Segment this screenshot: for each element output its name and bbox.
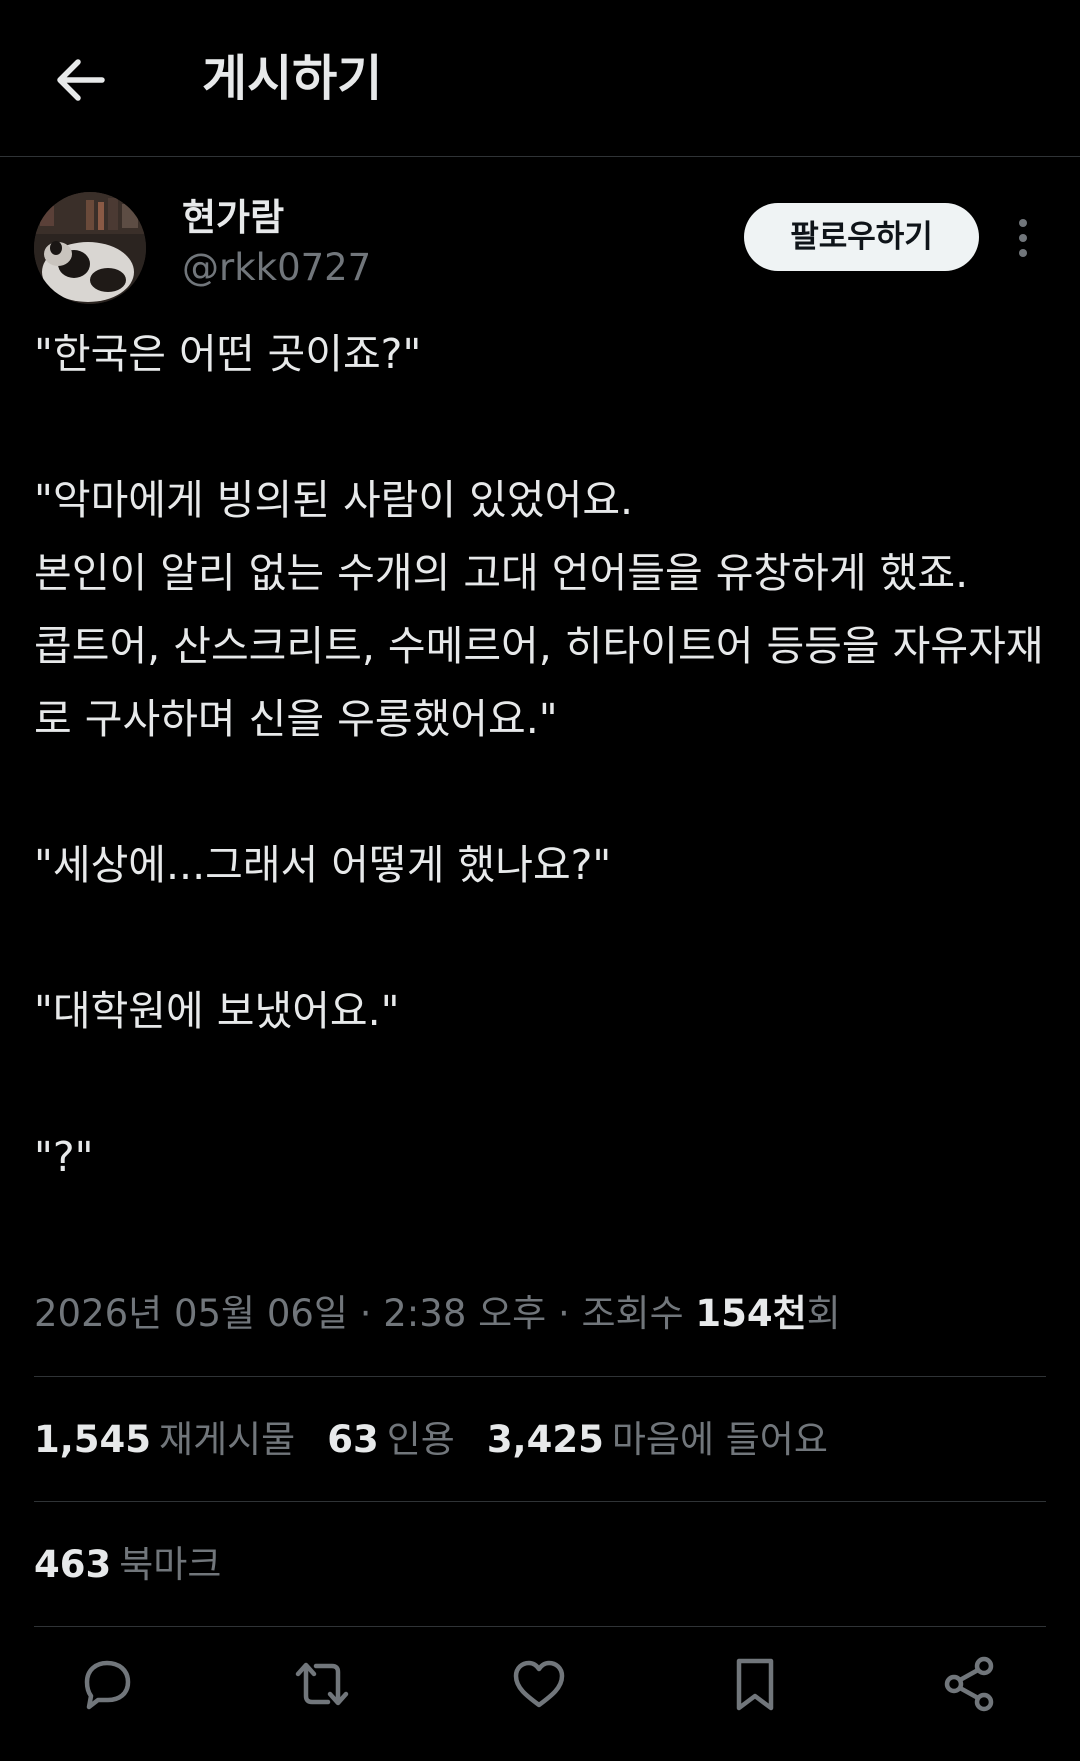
- avatar-image: [34, 192, 146, 304]
- reposts-count: 1,545: [34, 1418, 152, 1461]
- post-time: 2:38 오후: [383, 1292, 547, 1335]
- repost-icon: [295, 1662, 349, 1706]
- reply-button[interactable]: [75, 1652, 139, 1716]
- bookmark-stats: 463 북마크: [34, 1535, 253, 1595]
- likes-label: 마음에 들어요: [611, 1418, 828, 1461]
- divider: [34, 1626, 1046, 1627]
- display-name[interactable]: 현가람: [182, 195, 284, 241]
- reposts-label: 재게시물: [159, 1418, 296, 1461]
- more-vertical-icon: [1019, 219, 1027, 257]
- bookmarks-label: 북마크: [119, 1543, 222, 1586]
- heart-icon: [513, 1660, 565, 1708]
- likes-count: 3,425: [486, 1418, 604, 1461]
- bookmarks-stat[interactable]: 463 북마크: [34, 1543, 253, 1586]
- top-bar: 게시하기: [0, 0, 1080, 157]
- divider: [34, 1501, 1046, 1502]
- meta-separator: ·: [546, 1292, 582, 1335]
- bookmark-icon: [736, 1658, 774, 1711]
- views-label: 조회수: [581, 1292, 696, 1335]
- repost-button[interactable]: [290, 1652, 354, 1716]
- share-icon: [944, 1656, 994, 1712]
- divider: [34, 1376, 1046, 1377]
- bookmark-button[interactable]: [723, 1652, 787, 1716]
- more-button[interactable]: [1008, 213, 1038, 263]
- share-button[interactable]: [938, 1652, 1002, 1716]
- quotes-label: 인용: [386, 1418, 455, 1461]
- post-date: 2026년 05월 06일: [34, 1292, 348, 1335]
- back-button[interactable]: [50, 50, 110, 110]
- quotes-count: 63: [327, 1418, 379, 1461]
- meta-separator: ·: [347, 1292, 384, 1335]
- tweet-meta: 2026년 05월 06일 · 2:38 오후 · 조회수 154천회: [34, 1284, 841, 1344]
- tweet-text: "한국은 어떤 곳이죠?" "악마에게 빙의된 사람이 있었어요. 본인이 알리…: [34, 330, 1044, 1181]
- reposts-stat[interactable]: 1,545 재게시물: [34, 1418, 327, 1461]
- action-bar: [0, 1630, 1080, 1761]
- likes-stat[interactable]: 3,425 마음에 들어요: [487, 1418, 860, 1461]
- views-suffix: 회: [806, 1292, 841, 1335]
- reply-icon: [84, 1660, 131, 1710]
- bookmarks-count: 463: [34, 1543, 112, 1586]
- avatar[interactable]: [34, 192, 146, 304]
- like-button[interactable]: [507, 1652, 571, 1716]
- author-row: 현가람 @rkk0727 팔로우하기: [0, 157, 1080, 317]
- engagement-stats: 1,545 재게시물 63 인용 3,425 마음에 들어요: [34, 1410, 860, 1470]
- user-handle[interactable]: @rkk0727: [182, 245, 371, 291]
- views-count: 154천: [695, 1292, 807, 1335]
- page-title: 게시하기: [202, 50, 383, 107]
- arrow-left-icon: [57, 59, 105, 101]
- quotes-stat[interactable]: 63 인용: [327, 1418, 487, 1461]
- follow-button[interactable]: 팔로우하기: [744, 203, 979, 271]
